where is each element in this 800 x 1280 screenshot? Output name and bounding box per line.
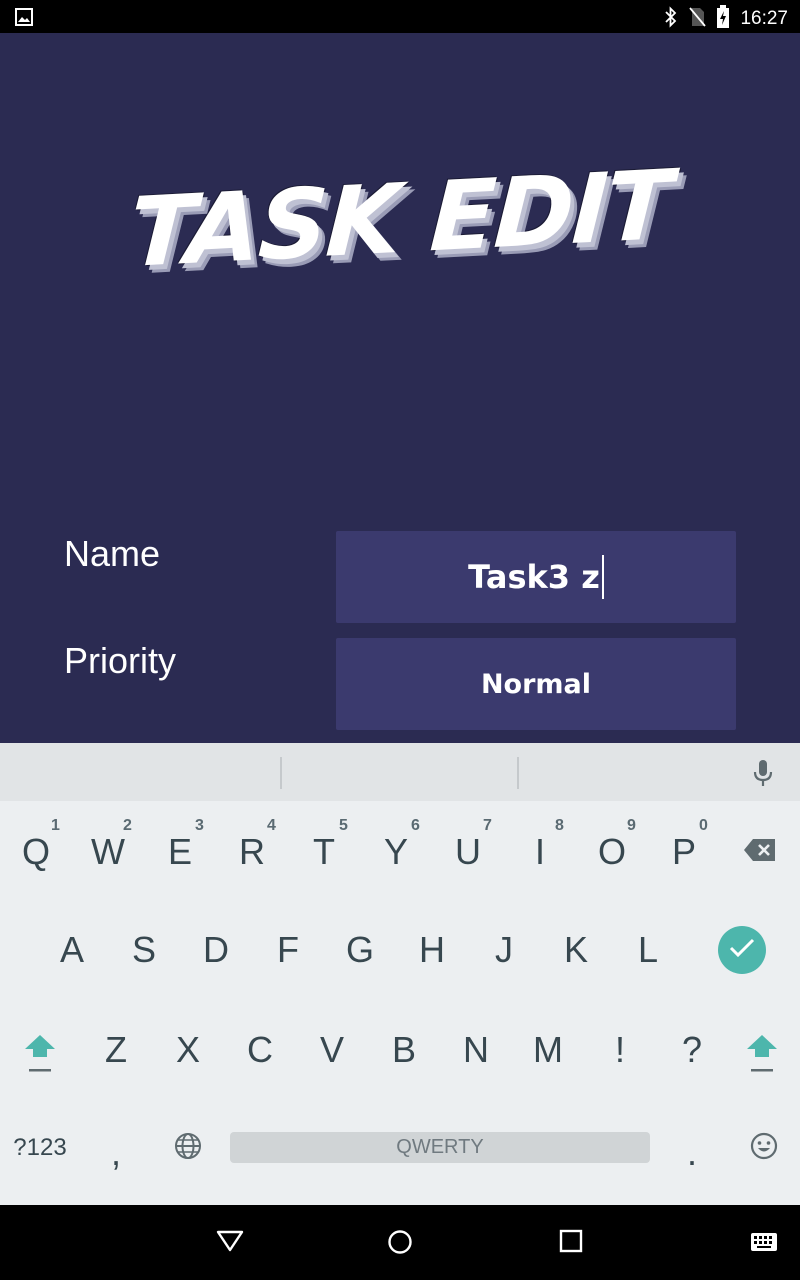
text-cursor <box>601 555 604 599</box>
name-field-value: Task3 z <box>468 558 600 596</box>
key-exclamation[interactable]: ! <box>584 1015 656 1085</box>
key-n[interactable]: N <box>440 1015 512 1085</box>
key-r[interactable]: 4 R <box>216 817 288 887</box>
key-y[interactable]: 6 Y <box>360 817 432 887</box>
space-key[interactable]: QWERTY <box>230 1132 650 1163</box>
key-u[interactable]: 7 U <box>432 817 504 887</box>
key-h[interactable]: H <box>396 915 468 985</box>
name-label: Name <box>64 533 161 574</box>
priority-label: Priority <box>64 640 177 681</box>
battery-charging-icon <box>716 5 730 33</box>
key-k[interactable]: K <box>540 915 612 985</box>
soft-keyboard: 1 Q 2 W 3 E 4 R 5 T 6 Y 7 U 8 I 9 O 0 P <box>0 743 800 1205</box>
shift-icon <box>745 1031 779 1080</box>
keyboard-switch-icon[interactable] <box>750 1232 778 1256</box>
shift-key-left[interactable] <box>4 1015 76 1095</box>
key-q[interactable]: 1 Q <box>0 817 72 887</box>
key-e[interactable]: 3 E <box>144 817 216 887</box>
name-field[interactable]: Task3 z <box>336 531 736 623</box>
task-edit-screen: TASK EDIT Name Task3 z Priority Normal <box>0 33 800 743</box>
image-icon <box>15 8 33 30</box>
key-m[interactable]: M <box>512 1015 584 1085</box>
back-icon[interactable] <box>216 1229 244 1257</box>
shift-icon <box>23 1031 57 1080</box>
backspace-icon <box>743 838 777 867</box>
done-key[interactable] <box>718 926 766 974</box>
symbols-key-label: ?123 <box>13 1134 67 1161</box>
key-o[interactable]: 9 O <box>576 817 648 887</box>
suggestion-divider <box>280 757 282 789</box>
suggestion-bar <box>0 743 800 801</box>
emoji-key[interactable] <box>728 1113 800 1183</box>
key-w[interactable]: 2 W <box>72 817 144 887</box>
space-key-label: QWERTY <box>396 1136 484 1158</box>
globe-icon <box>173 1131 203 1166</box>
key-g[interactable]: G <box>324 915 396 985</box>
status-bar: 16:27 <box>0 0 800 33</box>
checkmark-icon <box>729 938 755 962</box>
home-icon[interactable] <box>387 1229 413 1259</box>
microphone-icon[interactable] <box>752 759 774 791</box>
key-v[interactable]: V <box>296 1015 368 1085</box>
navigation-bar <box>0 1205 800 1280</box>
key-f[interactable]: F <box>252 915 324 985</box>
key-c[interactable]: C <box>224 1015 296 1085</box>
key-z[interactable]: Z <box>80 1015 152 1085</box>
recents-icon[interactable] <box>559 1229 583 1257</box>
suggestion-divider <box>517 757 519 789</box>
emoji-icon <box>749 1131 779 1166</box>
key-d[interactable]: D <box>180 915 252 985</box>
language-key[interactable] <box>152 1113 224 1183</box>
key-x[interactable]: X <box>152 1015 224 1085</box>
status-time: 16:27 <box>740 8 788 29</box>
symbols-key[interactable]: ?123 <box>0 1113 80 1183</box>
bluetooth-icon <box>664 6 678 32</box>
key-t[interactable]: 5 T <box>288 817 360 887</box>
key-a[interactable]: A <box>36 915 108 985</box>
backspace-key[interactable] <box>724 817 796 887</box>
priority-field[interactable]: Normal <box>336 638 736 730</box>
period-key[interactable]: . <box>656 1113 728 1193</box>
key-s[interactable]: S <box>108 915 180 985</box>
key-i[interactable]: 8 I <box>504 817 576 887</box>
key-l[interactable]: L <box>612 915 684 985</box>
comma-key[interactable]: , <box>80 1113 152 1193</box>
key-j[interactable]: J <box>468 915 540 985</box>
shift-key-right[interactable] <box>726 1015 798 1095</box>
key-question[interactable]: ? <box>656 1015 728 1085</box>
key-p[interactable]: 0 P <box>648 817 720 887</box>
key-b[interactable]: B <box>368 1015 440 1085</box>
page-title: TASK EDIT <box>127 149 673 289</box>
no-sim-icon <box>688 6 707 32</box>
priority-field-value: Normal <box>480 668 592 700</box>
